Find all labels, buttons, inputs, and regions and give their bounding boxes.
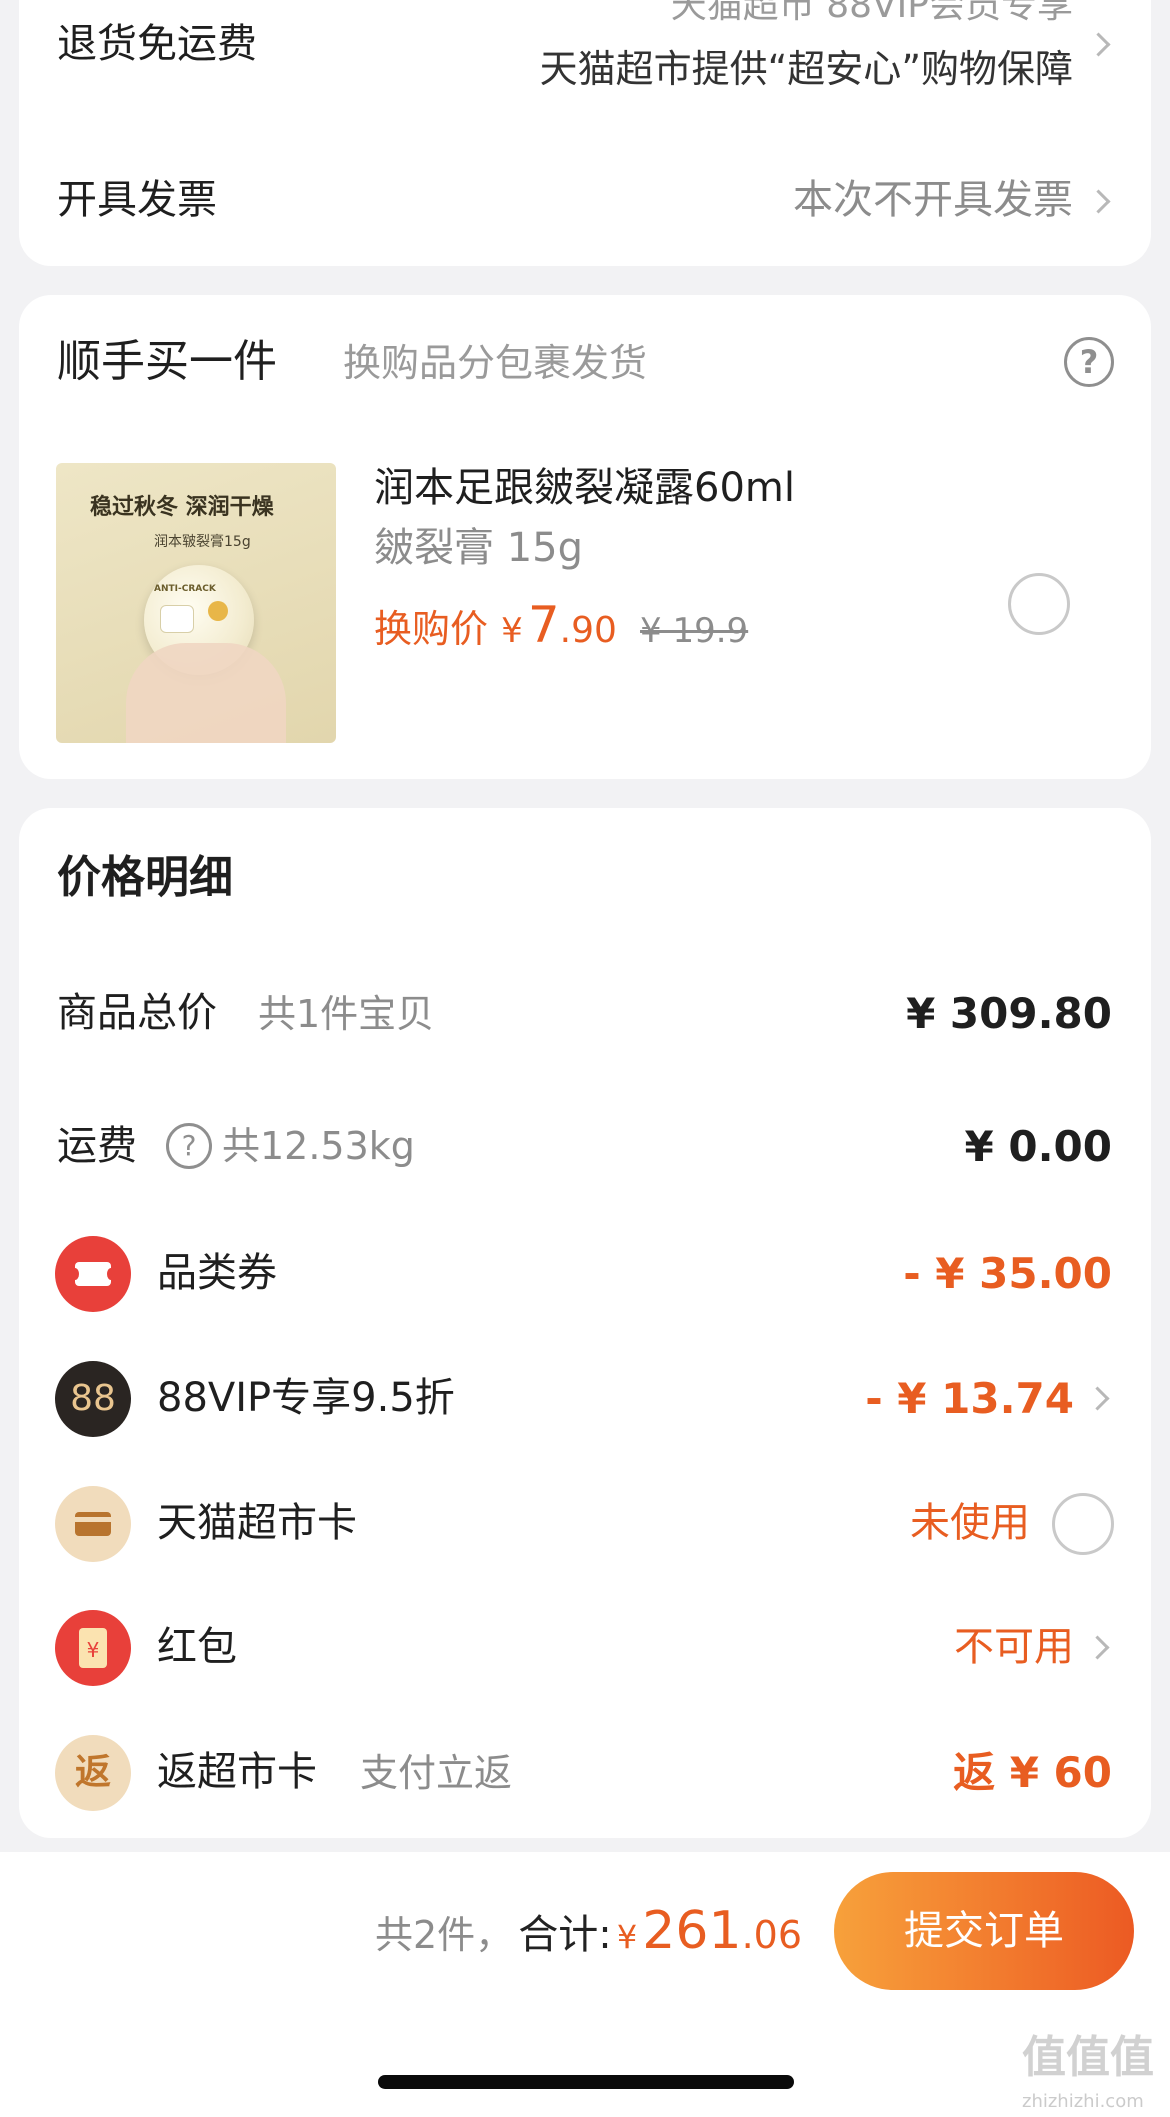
price-detail-title: 价格明细: [57, 852, 233, 903]
addon-title: 顺手买一件: [57, 336, 277, 387]
total-dec: .06: [741, 1913, 802, 1957]
invoice-label: 开具发票: [57, 177, 217, 223]
coupon-value: - ¥ 35.00: [903, 1249, 1112, 1298]
goods-total-sub: 共1件宝贝: [258, 992, 435, 1036]
addon-select-radio[interactable]: [1008, 573, 1070, 635]
return-freight-desc-2: 天猫超市提供“超安心”购物保障: [539, 47, 1073, 91]
total-currency: ¥: [616, 1918, 638, 1956]
watermark-url: zhizhizhi.com: [1022, 2091, 1144, 2112]
coupon-icon: [55, 1236, 131, 1312]
addon-price-dec: .90: [559, 610, 617, 651]
question-circle-icon[interactable]: ?: [166, 1123, 212, 1169]
addon-product-name: 润本足跟皴裂凝露60ml: [374, 465, 795, 511]
addon-original-price: ¥ 19.9: [640, 611, 749, 651]
card-icon: [55, 1486, 131, 1562]
addon-price-int: 7: [527, 596, 560, 654]
invoice-row[interactable]: 开具发票 本次不开具发票: [19, 160, 1151, 240]
addon-price-label: 换购价: [374, 607, 489, 651]
addon-price: 换购价 ¥ 7.90 ¥ 19.9: [374, 596, 748, 656]
submit-order-button[interactable]: 提交订单: [834, 1872, 1134, 1990]
watermark-logo: 值值值: [1022, 2032, 1154, 2083]
vip-badge-text: 88: [70, 1378, 116, 1419]
redpacket-icon: ¥: [55, 1610, 131, 1686]
image-headline: 稳过秋冬 深润干燥: [90, 495, 274, 520]
return-freight-row[interactable]: 退货免运费 天猫超市 88VIP会员专享 天猫超市提供“超安心”购物保障: [19, 0, 1151, 110]
hand-graphic: [126, 643, 286, 743]
cashback-icon: 返: [55, 1735, 131, 1811]
order-total: 共2件， 合计: ¥ 261.06: [375, 1905, 802, 1969]
return-freight-label: 退货免运费: [57, 21, 257, 67]
price-detail-card: [19, 808, 1151, 1838]
addon-subtitle: 换购品分包裹发货: [343, 341, 648, 385]
shipping-label: 运费: [57, 1123, 137, 1169]
cashback-icon-char: 返: [74, 1752, 111, 1793]
chevron-right-icon: [1086, 32, 1111, 57]
item-count: 共2件，: [374, 1913, 514, 1957]
shipping-value: ¥ 0.00: [964, 1122, 1112, 1171]
goods-total-value: ¥ 309.80: [906, 989, 1112, 1038]
redpacket-label: 红包: [157, 1624, 237, 1670]
goods-total-label: 商品总价: [57, 990, 217, 1036]
shipping-sub: 共12.53kg: [222, 1124, 415, 1168]
question-circle-icon[interactable]: ?: [1064, 337, 1114, 387]
invoice-value: 本次不开具发票: [793, 177, 1073, 223]
addon-product-image[interactable]: 稳过秋冬 深润干燥 润本皲裂膏15g ANTI-CRACK: [56, 463, 336, 743]
addon-product-spec: 皴裂膏 15g: [374, 525, 584, 571]
card-value: 未使用: [910, 1500, 1030, 1546]
vip-value: - ¥ 13.74: [865, 1374, 1074, 1423]
total-int: 261: [642, 1901, 742, 1961]
card-select-radio[interactable]: [1052, 1493, 1114, 1555]
coupon-label: 品类券: [157, 1250, 277, 1296]
cashback-sub: 支付立返: [360, 1751, 513, 1795]
home-indicator: [378, 2075, 794, 2089]
card-label: 天猫超市卡: [157, 1500, 357, 1546]
return-freight-desc-1: 天猫超市 88VIP会员专享: [670, 0, 1073, 26]
image-subline: 润本皲裂膏15g: [154, 534, 251, 550]
jar-label: ANTI-CRACK: [154, 584, 216, 594]
vip-88-icon: 88: [55, 1361, 131, 1437]
redpacket-value: 不可用: [954, 1624, 1074, 1670]
cashback-label: 返超市卡: [157, 1749, 317, 1795]
addon-price-currency: ¥: [501, 611, 523, 651]
chevron-right-icon: [1086, 189, 1111, 214]
vip-label: 88VIP专享9.5折: [157, 1375, 455, 1421]
total-label: 合计:: [518, 1912, 612, 1958]
cashback-value: 返 ¥ 60: [953, 1748, 1112, 1797]
redpacket-icon-char: ¥: [86, 1638, 100, 1662]
